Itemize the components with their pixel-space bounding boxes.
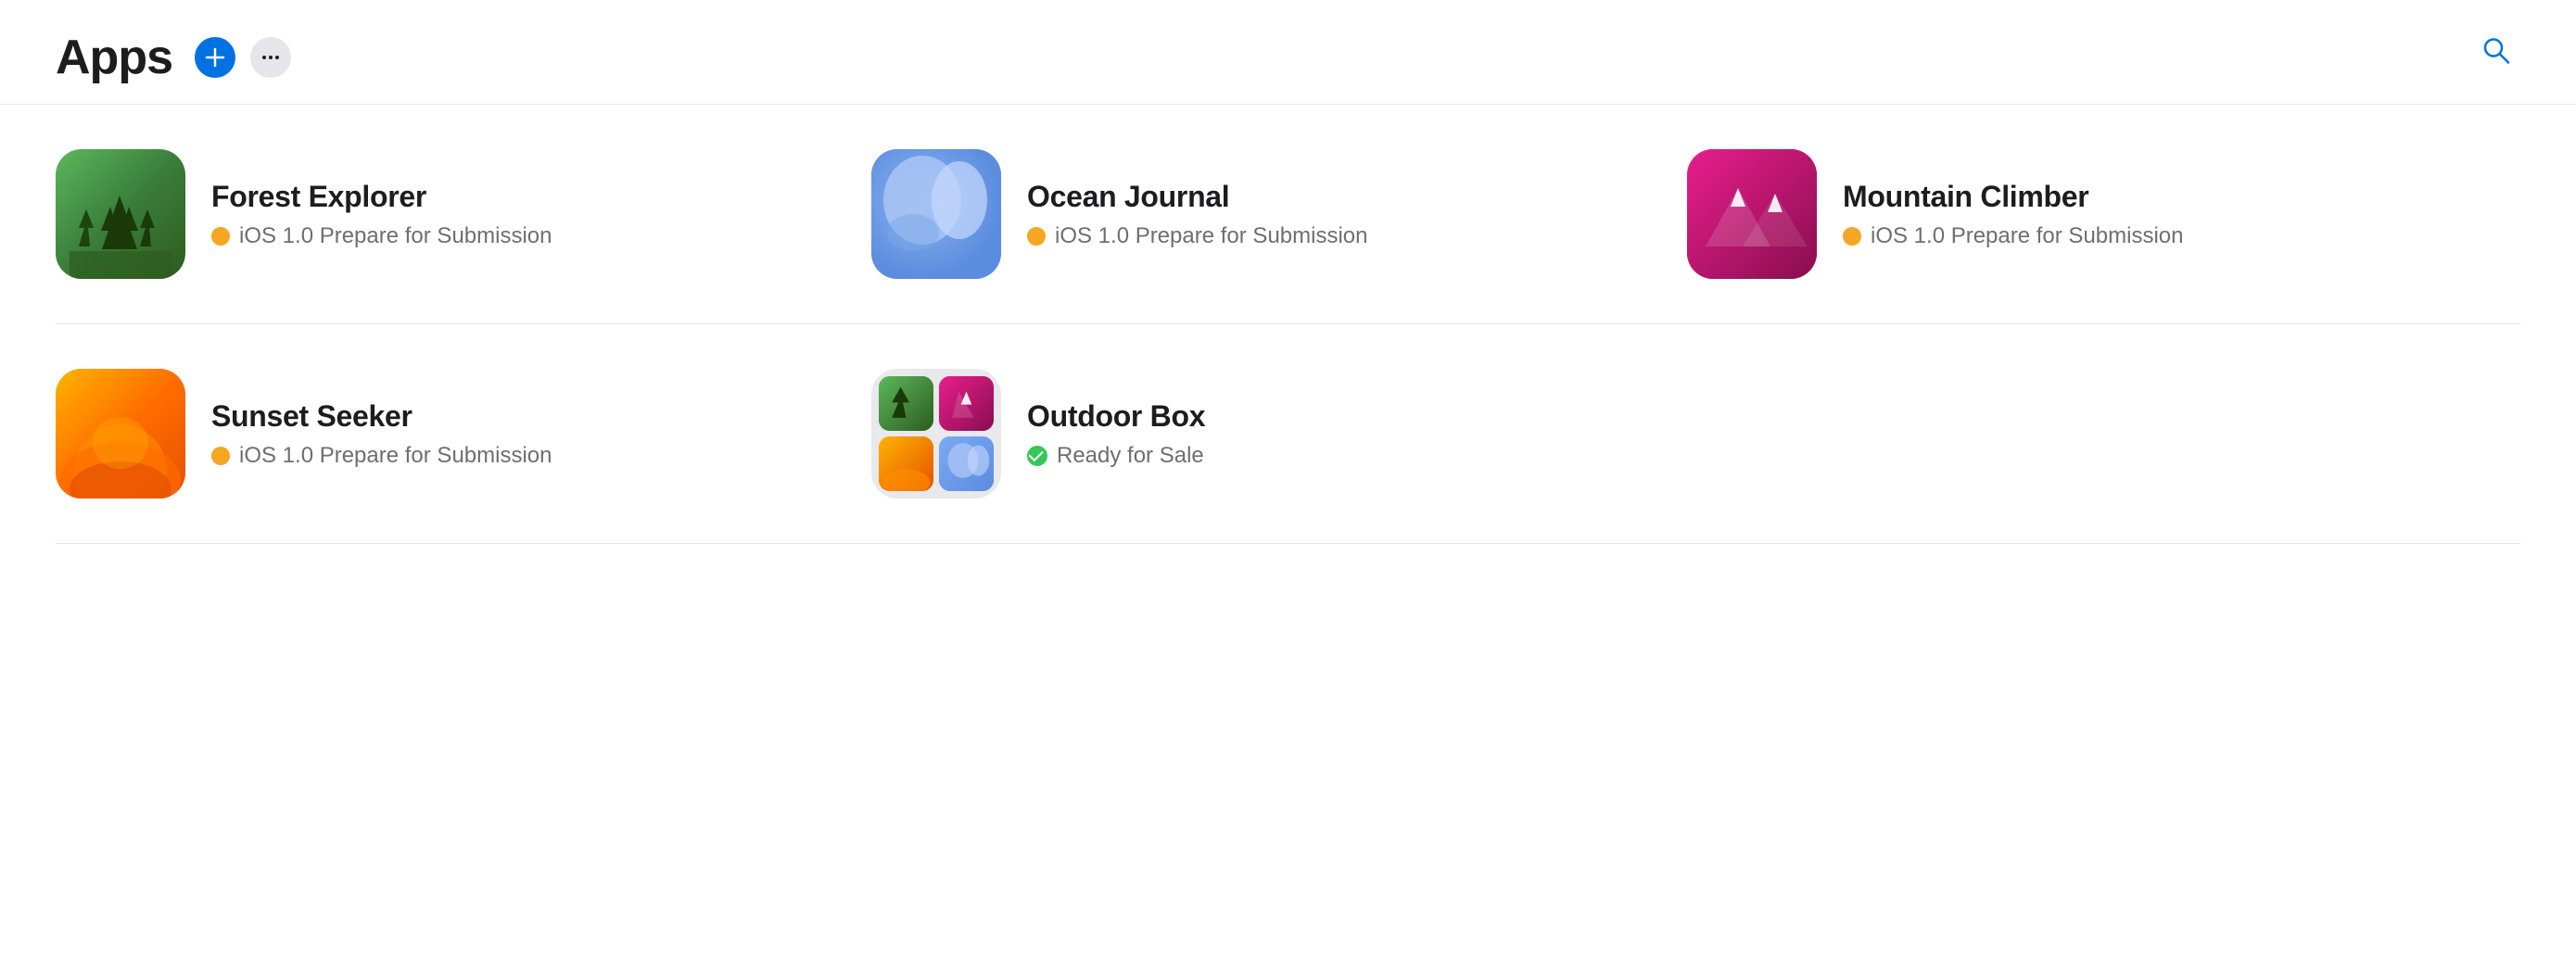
mountain-icon-svg bbox=[1687, 149, 1817, 279]
forest-icon-bg bbox=[56, 149, 185, 279]
app-status-sunset-seeker: iOS 1.0 Prepare for Submission bbox=[211, 443, 552, 469]
status-check-outdoor-box bbox=[1027, 446, 1047, 466]
plus-icon bbox=[205, 47, 225, 68]
more-options-button[interactable] bbox=[250, 37, 291, 78]
sunset-icon-bg bbox=[56, 369, 185, 499]
status-dot-mountain bbox=[1843, 227, 1861, 246]
app-status-text-mountain: iOS 1.0 Prepare for Submission bbox=[1871, 223, 2184, 249]
search-icon bbox=[2480, 34, 2513, 68]
app-name-ocean-journal: Ocean Journal bbox=[1027, 180, 1368, 214]
app-item-ocean-journal[interactable]: Ocean Journal iOS 1.0 Prepare for Submis… bbox=[871, 149, 1687, 279]
app-info-ocean-journal: Ocean Journal iOS 1.0 Prepare for Submis… bbox=[1027, 180, 1368, 249]
page-title: Apps bbox=[56, 30, 172, 85]
mountain-icon-bg bbox=[1687, 149, 1817, 279]
app-status-forest-explorer: iOS 1.0 Prepare for Submission bbox=[211, 223, 552, 249]
app-item-forest-explorer[interactable]: Forest Explorer iOS 1.0 Prepare for Subm… bbox=[56, 149, 871, 279]
app-icon-outdoor-box bbox=[871, 369, 1001, 499]
outdoor-box-icon-bg bbox=[871, 369, 1001, 499]
app-info-forest-explorer: Forest Explorer iOS 1.0 Prepare for Subm… bbox=[211, 180, 552, 249]
sunset-icon-svg bbox=[56, 369, 185, 499]
mini-icon-ocean bbox=[939, 436, 994, 491]
app-item-outdoor-box[interactable]: Outdoor Box Ready for Sale bbox=[871, 369, 1687, 499]
add-app-button[interactable] bbox=[195, 37, 235, 78]
app-info-sunset-seeker: Sunset Seeker iOS 1.0 Prepare for Submis… bbox=[211, 399, 552, 469]
search-button[interactable] bbox=[2472, 27, 2520, 78]
app-icon-sunset-seeker bbox=[56, 369, 185, 499]
app-icon-mountain-climber bbox=[1687, 149, 1817, 279]
app-name-outdoor-box: Outdoor Box bbox=[1027, 399, 1205, 434]
apps-list: Forest Explorer iOS 1.0 Prepare for Subm… bbox=[0, 105, 2576, 544]
app-status-text-ocean: iOS 1.0 Prepare for Submission bbox=[1055, 223, 1368, 249]
app-status-ocean-journal: iOS 1.0 Prepare for Submission bbox=[1027, 223, 1368, 249]
app-info-outdoor-box: Outdoor Box Ready for Sale bbox=[1027, 399, 1205, 469]
mini-icon-sunset bbox=[879, 436, 933, 491]
status-dot-forest bbox=[211, 227, 230, 246]
app-icon-wrapper-ocean bbox=[871, 149, 1001, 279]
status-dot-sunset bbox=[211, 447, 230, 465]
app-item-sunset-seeker[interactable]: Sunset Seeker iOS 1.0 Prepare for Submis… bbox=[56, 369, 871, 499]
ellipsis-icon bbox=[260, 47, 281, 68]
app-name-mountain-climber: Mountain Climber bbox=[1843, 180, 2184, 214]
app-icon-forest-explorer bbox=[56, 149, 185, 279]
app-status-mountain-climber: iOS 1.0 Prepare for Submission bbox=[1843, 223, 2184, 249]
forest-icon-svg bbox=[70, 177, 171, 279]
status-dot-ocean bbox=[1027, 227, 1046, 246]
app-icon-wrapper-sunset bbox=[56, 369, 185, 499]
app-item-mountain-climber[interactable]: Mountain Climber iOS 1.0 Prepare for Sub… bbox=[1687, 149, 2503, 279]
page-header: Apps bbox=[0, 0, 2576, 105]
ocean-icon-bg bbox=[871, 149, 1001, 279]
app-icon-wrapper-forest bbox=[56, 149, 185, 279]
app-icon-wrapper-outdoor-box bbox=[871, 369, 1001, 499]
app-name-forest-explorer: Forest Explorer bbox=[211, 180, 552, 214]
mini-icon-mountain bbox=[939, 376, 994, 431]
app-status-text-forest: iOS 1.0 Prepare for Submission bbox=[239, 223, 552, 249]
app-name-sunset-seeker: Sunset Seeker bbox=[211, 399, 552, 434]
apps-row-2: Sunset Seeker iOS 1.0 Prepare for Submis… bbox=[56, 324, 2520, 544]
app-info-mountain-climber: Mountain Climber iOS 1.0 Prepare for Sub… bbox=[1843, 180, 2184, 249]
apps-row-1: Forest Explorer iOS 1.0 Prepare for Subm… bbox=[56, 105, 2520, 324]
app-status-text-sunset: iOS 1.0 Prepare for Submission bbox=[239, 443, 552, 469]
ocean-icon-svg bbox=[871, 149, 1001, 279]
app-status-outdoor-box: Ready for Sale bbox=[1027, 443, 1205, 469]
app-status-text-outdoor-box: Ready for Sale bbox=[1057, 443, 1204, 469]
app-icon-wrapper-mountain bbox=[1687, 149, 1817, 279]
app-icon-ocean-journal bbox=[871, 149, 1001, 279]
mini-icon-forest bbox=[879, 376, 933, 431]
